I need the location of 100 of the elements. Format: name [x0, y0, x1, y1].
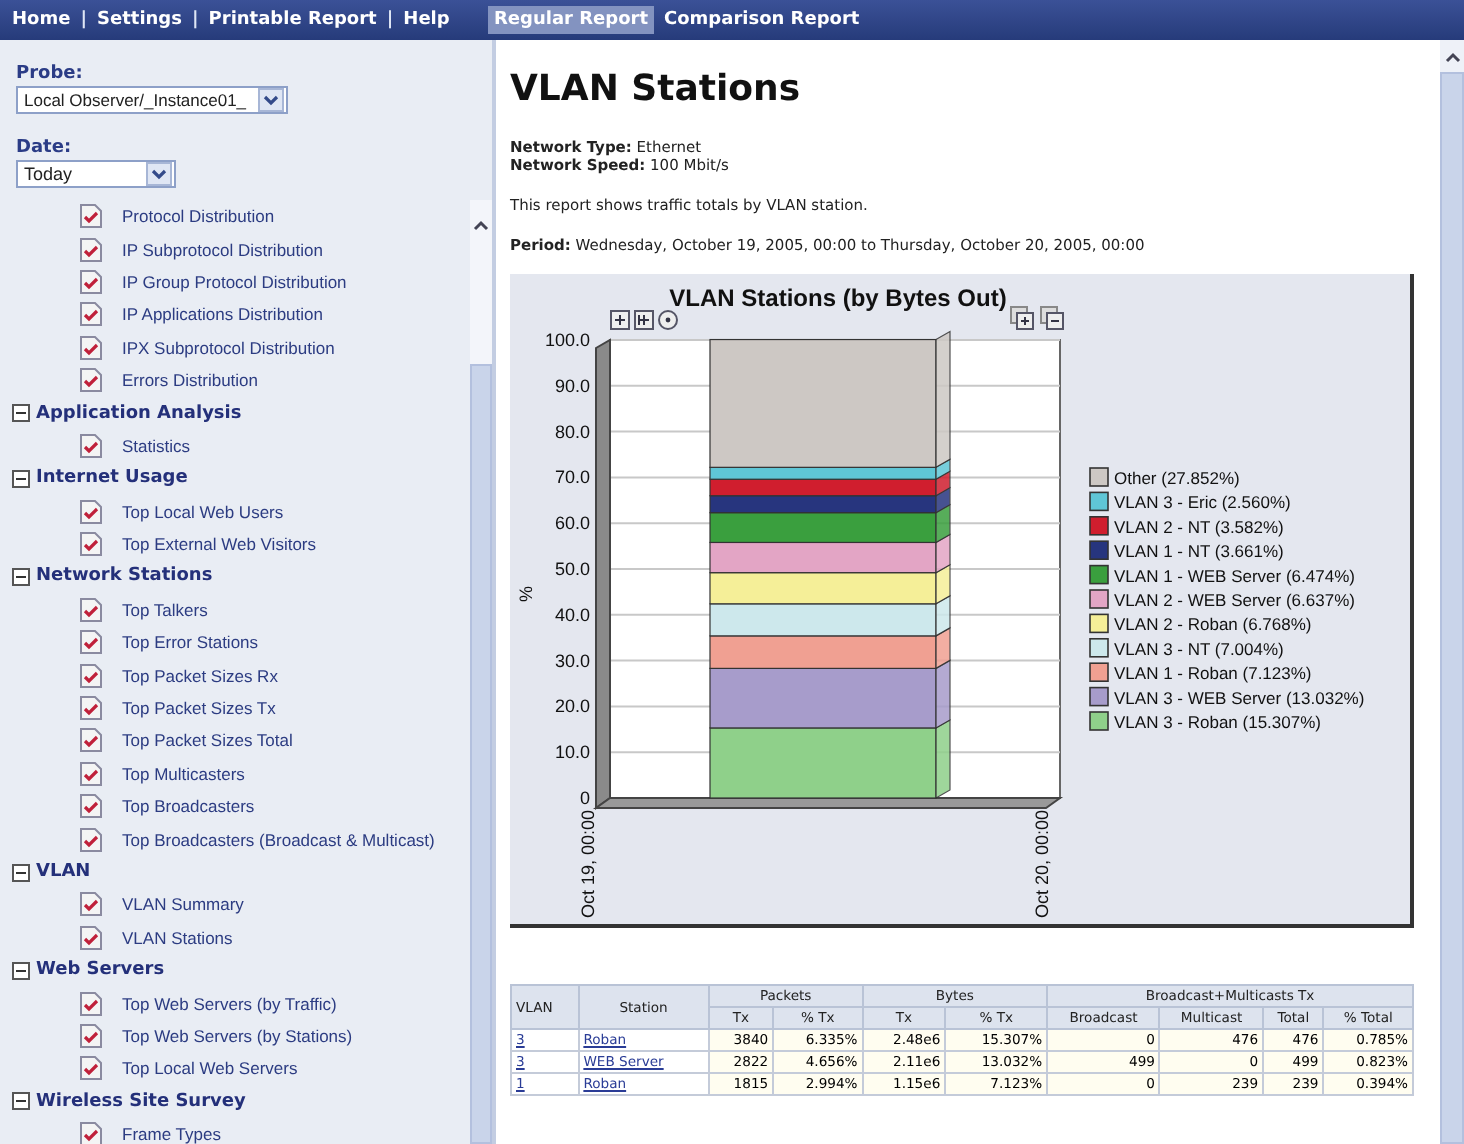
date-select[interactable]: Today [16, 160, 176, 188]
report-icon [80, 237, 102, 262]
tree-group[interactable]: Web Servers [36, 960, 165, 981]
report-icon [80, 433, 102, 458]
report-link[interactable]: Top External Web Visitors [122, 534, 317, 555]
report-link[interactable]: IPX Subprotocol Distribution [122, 337, 335, 358]
collapse-icon[interactable] [12, 961, 30, 980]
legend-label: Other (27.852%) [1114, 468, 1240, 488]
report-link[interactable]: Top Packet Sizes Rx [122, 665, 278, 686]
report-link[interactable]: Top Web Servers (by Traffic) [122, 993, 337, 1014]
scroll-up-icon[interactable] [1441, 48, 1463, 68]
report-icon [80, 204, 102, 229]
axis-label: 100.0 [544, 330, 590, 350]
report-icon [80, 696, 102, 721]
legend-label: VLAN 3 - NT (7.004%) [1114, 638, 1284, 659]
axis-label: Oct 20, 00:00 [1032, 810, 1052, 919]
report-tab[interactable]: Comparison Report [658, 6, 866, 34]
report-link[interactable]: Top Local Web Servers [122, 1058, 298, 1079]
separator: | [80, 10, 87, 30]
collapse-icon[interactable] [1040, 306, 1064, 330]
report-icon [80, 761, 102, 786]
tree-group[interactable]: VLAN [36, 862, 91, 882]
tree-group[interactable]: Internet Usage [36, 468, 188, 489]
legend-label: VLAN 2 - Roban (6.768%) [1114, 614, 1312, 635]
collapse-icon[interactable] [12, 404, 30, 423]
report-link[interactable]: Top Packet Sizes Total [122, 730, 293, 751]
report-link[interactable]: VLAN Stations [122, 927, 233, 948]
report-icon [80, 827, 102, 852]
legend-label: VLAN 3 - WEB Server (13.032%) [1114, 687, 1365, 708]
nav-link[interactable]: Printable Report [208, 10, 377, 30]
axis-label: 80.0 [554, 421, 590, 442]
field-label: Date: [16, 138, 74, 158]
separator: | [386, 10, 394, 30]
axis-label: 70.0 [554, 467, 590, 488]
dropdown-icon [258, 88, 284, 112]
report-link[interactable]: Top Packet Sizes Tx [122, 698, 276, 719]
report-icon [80, 269, 102, 294]
report-icon [80, 302, 102, 327]
report-icon [80, 925, 102, 950]
legend-label: VLAN 1 - NT (3.661%) [1114, 541, 1284, 562]
axis-label: Oct 19, 00:00 [578, 810, 598, 919]
axis-label: 0 [579, 788, 590, 808]
scrollbar[interactable] [470, 200, 492, 1144]
tree-group[interactable]: Network Stations [36, 566, 213, 587]
zoom-in-icon[interactable] [610, 310, 630, 330]
report-icon [80, 1056, 102, 1081]
field-label: Probe: [16, 64, 85, 84]
dropdown-icon [146, 162, 172, 186]
scroll-thumb[interactable] [470, 364, 492, 1144]
probe-select[interactable]: Local Observer/_Instance01_ [16, 86, 288, 114]
report-link[interactable]: Top Multicasters [122, 763, 245, 784]
report-icon [80, 368, 102, 393]
separator: | [191, 10, 199, 30]
nav-link[interactable]: Home [12, 10, 71, 30]
axis-label: 50.0 [554, 559, 590, 579]
nav-link[interactable]: Help [403, 10, 450, 30]
report-link[interactable]: IP Applications Distribution [122, 304, 323, 325]
legend-label: VLAN 2 - WEB Server (6.637%) [1114, 590, 1355, 610]
collapse-icon[interactable] [12, 469, 30, 488]
report-link[interactable]: Protocol Distribution [122, 206, 275, 227]
tree-group[interactable]: Application Analysis [36, 403, 242, 424]
axis-label: 10.0 [554, 742, 590, 763]
report-icon [80, 991, 102, 1016]
axis-label: 40.0 [554, 604, 590, 625]
report-link[interactable]: Top Broadcasters (Broadcast & Multicast) [122, 829, 435, 850]
report-icon [80, 499, 102, 524]
collapse-icon[interactable] [12, 1092, 30, 1111]
report-link[interactable]: Top Web Servers (by Stations) [122, 1025, 353, 1046]
report-icon [80, 597, 102, 622]
report-icon [80, 892, 102, 917]
report-link[interactable]: Top Error Stations [122, 632, 259, 653]
collapse-icon[interactable] [12, 863, 30, 881]
legend-label: VLAN 2 - NT (3.582%) [1114, 516, 1284, 537]
report-link[interactable]: Errors Distribution [122, 370, 259, 391]
axis-label: 30.0 [554, 650, 590, 671]
axis-label: 90.0 [554, 375, 590, 396]
report-link[interactable]: IP Subprotocol Distribution [122, 239, 323, 260]
report-link[interactable]: Top Local Web Users [122, 501, 284, 522]
axis-title: % [516, 586, 536, 602]
scroll-up-icon[interactable] [470, 216, 492, 236]
expand-icon[interactable] [1010, 306, 1034, 330]
legend-label: VLAN 3 - Roban (15.307%) [1114, 712, 1321, 732]
report-link[interactable]: Top Talkers [122, 599, 208, 620]
nav-link[interactable]: Settings [97, 10, 182, 30]
report-link[interactable]: IP Group Protocol Distribution [122, 271, 347, 292]
report-icon [80, 1023, 102, 1048]
legend-label: VLAN 1 - Roban (7.123%) [1114, 663, 1312, 684]
report-title: VLAN Stations [510, 68, 803, 110]
legend-label: VLAN 3 - Eric (2.560%) [1114, 492, 1291, 513]
report-icon [80, 728, 102, 753]
tree-group[interactable]: Wireless Site Survey [36, 1091, 246, 1112]
report-link[interactable]: Top Broadcasters [122, 796, 255, 817]
chart-title: VLAN Stations (by Bytes Out) [669, 284, 1007, 312]
legend-label: VLAN 1 - WEB Server (6.474%) [1114, 565, 1355, 586]
collapse-icon[interactable] [12, 567, 30, 586]
report-link[interactable]: Frame Types [122, 1124, 221, 1144]
report-link[interactable]: VLAN Summary [122, 894, 244, 915]
report-link[interactable]: Statistics [122, 435, 191, 456]
report-icon [80, 630, 102, 655]
report-icon [80, 532, 102, 557]
